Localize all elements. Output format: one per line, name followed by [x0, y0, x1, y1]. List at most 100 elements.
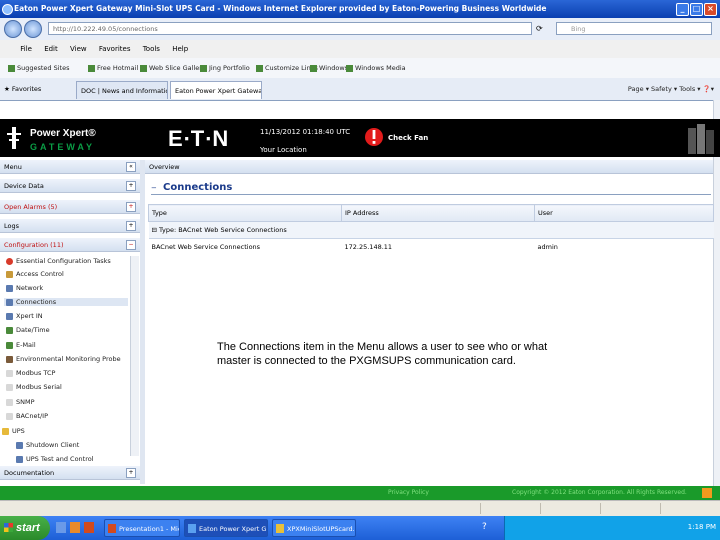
minimize-button[interactable]: _ — [676, 3, 689, 16]
link-item[interactable]: Free Hotmail — [88, 64, 138, 72]
menu-section-open-alarms[interactable]: Open Alarms (5) + — [0, 200, 140, 214]
menu-item-bacnet-ip[interactable]: BACnet/IP — [6, 412, 48, 420]
command-bar[interactable]: Page ▾ Safety ▾ Tools ▾ ❓▾ — [628, 85, 714, 93]
quicklaunch-folder-icon[interactable] — [70, 522, 80, 533]
left-menu: Menu « Device Data + Open Alarms (5) + Log… — [0, 160, 141, 484]
taskbar-button-folder[interactable]: XPXMiniSlotUPScard... — [272, 519, 356, 537]
forward-button[interactable] — [24, 20, 42, 38]
refresh-icon[interactable]: ⟳ — [536, 24, 543, 33]
link-item[interactable]: Jing Portfolio — [200, 64, 250, 72]
rss-icon[interactable] — [702, 488, 712, 498]
link-item[interactable]: Web Slice Gallery — [140, 64, 206, 72]
link-item[interactable]: Customize Links — [256, 64, 318, 72]
taskbar-clock[interactable]: 1:18 PM — [688, 523, 716, 531]
help-icon[interactable]: ? — [482, 522, 487, 532]
connections-table: Type IP Address User ⊟ Type: BACnet Web … — [148, 204, 714, 255]
menu-section-configuration[interactable]: Configuration (11) − — [0, 238, 140, 252]
search-input[interactable]: Bing — [556, 22, 712, 35]
column-header-user[interactable]: User — [534, 204, 714, 222]
menu-item-ups[interactable]: UPS — [2, 427, 25, 435]
privacy-link[interactable]: Privacy Policy — [388, 489, 429, 496]
start-button[interactable]: start — [0, 516, 50, 540]
gateway-header: Power Xpert® GATEWAY E∙T∙N 11/13/2012 01… — [0, 119, 720, 157]
menu-tools[interactable]: Tools — [143, 45, 160, 53]
tab-bar: ★ Favorites DOC | News and Information E… — [0, 78, 720, 101]
column-header-type[interactable]: Type — [148, 204, 342, 222]
cell-ip: 172.25.148.11 — [344, 243, 393, 251]
overview-panel: Overview − Connections Type IP Address U… — [145, 160, 714, 484]
section-divider — [151, 194, 711, 195]
quicklaunch-office-icon[interactable] — [84, 522, 94, 533]
header-location: Your Location — [260, 146, 307, 154]
column-header-ip[interactable]: IP Address — [341, 204, 535, 222]
quicklaunch-ie-icon[interactable] — [56, 522, 66, 533]
system-tray: 1:18 PM — [504, 516, 720, 540]
cell-type: BACnet Web Service Connections — [151, 243, 261, 251]
address-bar-row: http://10.222.49.05/connections ⟳ Bing — [0, 18, 720, 41]
menu-view[interactable]: View — [70, 45, 87, 53]
alarm-text[interactable]: Check Fan — [388, 134, 428, 142]
menu-item-essential-config[interactable]: Essential Configuration Tasks — [6, 257, 111, 265]
menu-edit[interactable]: Edit — [44, 45, 58, 53]
header-datetime: 11/13/2012 01:18:40 UTC — [260, 128, 351, 136]
menu-header: Menu « — [0, 160, 140, 174]
collapse-menu-icon[interactable]: « — [126, 162, 136, 172]
menu-item-modbus-tcp[interactable]: Modbus TCP — [6, 369, 55, 377]
annotation-text: The Connections item in the Menu allows … — [217, 341, 548, 367]
windows-flag-icon — [4, 523, 13, 532]
back-button[interactable] — [4, 20, 22, 38]
copyright-text: Copyright © 2012 Eaton Corporation. All … — [512, 489, 687, 496]
browser-menubar: File Edit View Favorites Tools Help — [0, 40, 720, 59]
maximize-button[interactable]: □ — [690, 3, 703, 16]
address-input[interactable]: http://10.222.49.05/connections — [48, 22, 532, 35]
page-scrollbar[interactable] — [713, 100, 720, 486]
status-bar — [0, 500, 720, 517]
taskbar-button-ie[interactable]: Eaton Power Xpert G... — [184, 519, 268, 537]
menu-section-logs[interactable]: Logs + — [0, 219, 140, 233]
eaton-logo: E∙T∙N — [168, 126, 230, 151]
menu-section-device-data[interactable]: Device Data + — [0, 179, 140, 193]
brand-name: Power Xpert® — [30, 128, 96, 139]
menu-item-xpert-in[interactable]: Xpert IN — [6, 312, 43, 320]
tower-logo-icon — [7, 127, 21, 149]
ups-device-icon — [688, 124, 714, 154]
menu-item-modbus-serial[interactable]: Modbus Serial — [6, 383, 62, 391]
alarm-icon[interactable] — [365, 126, 383, 148]
section-title: Connections — [163, 182, 233, 193]
menu-favorites[interactable]: Favorites — [99, 45, 131, 53]
menu-file[interactable]: File — [20, 45, 32, 53]
tab-doc-news[interactable]: DOC | News and Information — [76, 81, 168, 99]
menu-item-network[interactable]: Network — [6, 284, 43, 292]
window-titlebar: Eaton Power Xpert Gateway Mini-Slot UPS … — [0, 0, 720, 18]
menu-item-shutdown-client[interactable]: Shutdown Client — [16, 441, 79, 449]
menu-section-documentation[interactable]: Documentation + — [0, 466, 140, 480]
taskbar-button-powerpoint[interactable]: Presentation1 - Micro... — [104, 519, 180, 537]
link-item[interactable]: Windows Media — [346, 64, 406, 72]
menu-item-ups-test[interactable]: UPS Test and Control — [16, 455, 94, 463]
links-bar: Suggested Sites Free Hotmail Web Slice G… — [0, 58, 720, 79]
menu-scrollbar[interactable] — [130, 256, 139, 456]
cell-user: admin — [537, 243, 558, 251]
table-group-row[interactable]: ⊟ Type: BACnet Web Service Connections — [148, 221, 714, 239]
close-button[interactable]: × — [704, 3, 717, 16]
menu-item-snmp[interactable]: SNMP — [6, 398, 35, 406]
windows-taskbar: start Presentation1 - Micro... Eaton Pow… — [0, 516, 720, 540]
menu-item-email[interactable]: E-Mail — [6, 341, 36, 349]
table-row[interactable]: BACnet Web Service Connections 172.25.14… — [149, 239, 714, 256]
collapse-section-icon[interactable]: − — [151, 184, 159, 192]
menu-item-env-probe[interactable]: Environmental Monitoring Probe — [6, 355, 121, 363]
menu-item-connections[interactable]: Connections — [4, 298, 128, 306]
favorites-button[interactable]: ★ Favorites — [4, 85, 41, 93]
expand-group-icon[interactable]: ⊟ — [152, 226, 160, 234]
menu-item-access-control[interactable]: Access Control — [6, 270, 64, 278]
page-footer: Privacy Policy Copyright © 2012 Eaton Co… — [0, 486, 720, 500]
tab-eaton-gateway[interactable]: Eaton Power Xpert Gateway — [170, 81, 262, 99]
ie-logo-icon — [2, 4, 13, 15]
overview-header: Overview — [145, 160, 713, 174]
brand-subtitle: GATEWAY — [30, 142, 96, 152]
link-item[interactable]: Suggested Sites — [8, 64, 70, 72]
link-item[interactable]: Windows — [310, 64, 348, 72]
menu-help[interactable]: Help — [172, 45, 188, 53]
menu-item-date-time[interactable]: Date/Time — [6, 326, 50, 334]
window-title: Eaton Power Xpert Gateway Mini-Slot UPS … — [14, 4, 547, 13]
